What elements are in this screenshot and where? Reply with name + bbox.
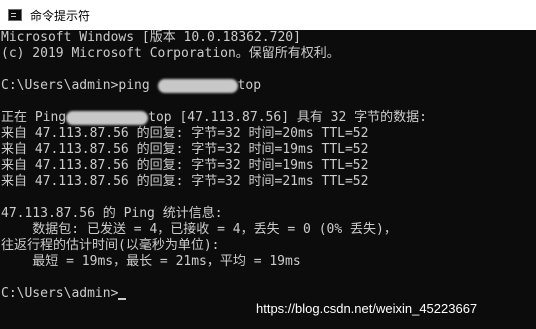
prompt-line[interactable]: C:\Users\admin> — [1, 286, 127, 302]
ping-header-prefix: 正在 Ping — [1, 110, 67, 125]
prompt-text: C:\Users\admin> — [1, 286, 119, 301]
watermark-url: https://blog.csdn.net/weixin_45223667 — [256, 301, 478, 316]
command-prefix: C:\Users\admin>ping — [1, 78, 158, 93]
command-suffix: top — [237, 78, 262, 93]
banner-copyright-line: (c) 2019 Microsoft Corporation。保留所有权利。 — [1, 46, 340, 61]
ping-header-suffix: top [47.113.87.56] 具有 32 字节的数据: — [148, 110, 427, 125]
ping-command-line: C:\Users\admin>ping top — [1, 78, 261, 94]
command-prompt-window: 命令提示符 Microsoft Windows [版本 10.0.18362.7… — [0, 0, 536, 329]
redacted-hostname — [66, 110, 149, 125]
redacted-hostname — [157, 78, 238, 93]
ping-header-line: 正在 Ping top [47.113.87.56] 具有 32 字节的数据: — [1, 110, 427, 126]
reply-line: 来自 47.113.87.56 的回复: 字节=32 时间=19ms TTL=5… — [1, 142, 369, 157]
console-output[interactable]: Microsoft Windows [版本 10.0.18362.720] (c… — [0, 30, 536, 329]
window-title: 命令提示符 — [30, 8, 91, 23]
banner-version-line: Microsoft Windows [版本 10.0.18362.720] — [1, 30, 301, 45]
stats-rtt-header-line: 往返行程的估计时间(以毫秒为单位): — [1, 238, 220, 253]
cmd-console-icon — [8, 9, 22, 21]
stats-packets-line: 数据包: 已发送 = 4，已接收 = 4，丢失 = 0 (0% 丢失)， — [1, 222, 397, 237]
stats-rtt-values-line: 最短 = 19ms，最长 = 21ms，平均 = 19ms — [1, 254, 301, 269]
text-cursor — [118, 298, 127, 300]
reply-line: 来自 47.113.87.56 的回复: 字节=32 时间=20ms TTL=5… — [1, 126, 369, 141]
reply-line: 来自 47.113.87.56 的回复: 字节=32 时间=19ms TTL=5… — [1, 158, 369, 173]
stats-header-line: 47.113.87.56 的 Ping 统计信息: — [1, 206, 223, 221]
reply-line: 来自 47.113.87.56 的回复: 字节=32 时间=21ms TTL=5… — [1, 174, 369, 189]
title-bar[interactable]: 命令提示符 — [0, 0, 536, 30]
